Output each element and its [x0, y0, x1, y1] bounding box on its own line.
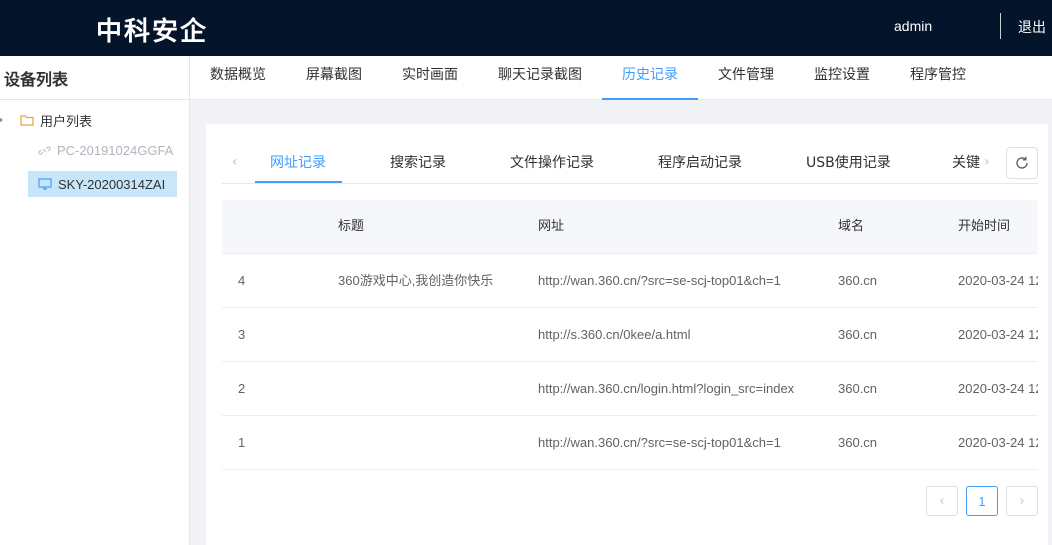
row-domain: 360.cn — [838, 435, 878, 450]
pagination-next-button[interactable]: › — [1006, 486, 1038, 516]
sidebar: 设备列表 用户列表 PC-20191024GGFA SKY-20200314ZA… — [0, 56, 190, 545]
tab-monitor-settings[interactable]: 监控设置 — [814, 56, 870, 100]
row-url: http://s.360.cn/0kee/a.html — [538, 327, 691, 342]
row-url: http://wan.360.cn/?src=se-scj-top01&ch=1 — [538, 273, 781, 288]
tree-root-user-list[interactable]: 用户列表 — [20, 110, 92, 130]
table-row[interactable]: 1 http://wan.360.cn/?src=se-scj-top01&ch… — [222, 416, 1038, 470]
row-time: 2020-03-24 12:00 — [958, 435, 1038, 450]
header-start-time: 开始时间 — [958, 219, 1011, 234]
row-number: 2 — [238, 381, 246, 396]
device-label: SKY-20200314ZAI — [58, 176, 166, 192]
tree-root-label: 用户列表 — [40, 114, 93, 130]
row-time: 2020-03-24 12:00 — [958, 273, 1038, 288]
logout-button[interactable]: 退出 — [1018, 17, 1046, 37]
tree-node-device-selected[interactable]: SKY-20200314ZAI — [28, 171, 177, 197]
row-number: 1 — [238, 435, 246, 450]
monitor-icon — [38, 178, 52, 190]
row-title: 360游戏中心,我创造你快乐 — [338, 273, 494, 288]
header-url: 网址 — [538, 219, 565, 234]
tree-expand-icon[interactable] — [0, 116, 3, 124]
refresh-button[interactable] — [1006, 147, 1038, 179]
table-row[interactable]: 2 http://wan.360.cn/login.html?login_src… — [222, 362, 1038, 416]
row-domain: 360.cn — [838, 273, 878, 288]
pagination-page-1[interactable]: 1 — [966, 486, 998, 516]
sub-tab-search-records[interactable]: 搜索记录 — [390, 142, 446, 184]
header-title: 标题 — [338, 219, 365, 234]
sub-tab-usb-usage[interactable]: USB使用记录 — [806, 142, 891, 184]
row-url: http://wan.360.cn/login.html?login_src=i… — [538, 381, 795, 396]
tab-screenshots[interactable]: 屏幕截图 — [306, 56, 362, 100]
table-row[interactable]: 4 360游戏中心,我创造你快乐 http://wan.360.cn/?src=… — [222, 254, 1038, 308]
sidebar-title: 设备列表 — [4, 70, 69, 89]
sub-tab-active-indicator — [255, 181, 342, 183]
folder-icon — [20, 115, 34, 126]
row-domain: 360.cn — [838, 381, 878, 396]
sub-tab-keyword-partial[interactable]: 关键 — [952, 142, 980, 184]
row-domain: 360.cn — [838, 327, 878, 342]
tree-node-device-offline[interactable]: PC-20191024GGFA — [28, 137, 179, 163]
tab-data-overview[interactable]: 数据概览 — [210, 56, 266, 100]
tab-program-control[interactable]: 程序管控 — [910, 56, 966, 100]
sub-tab-url-records[interactable]: 网址记录 — [270, 142, 326, 184]
table-header: 标题 网址 域名 开始时间 — [222, 200, 1038, 254]
link-broken-icon — [38, 145, 51, 155]
tab-chat-screenshots[interactable]: 聊天记录截图 — [498, 56, 582, 100]
row-time: 2020-03-24 12:00 — [958, 381, 1038, 396]
sidebar-divider — [0, 99, 190, 100]
tab-file-management[interactable]: 文件管理 — [718, 56, 774, 100]
chevron-right-icon: › — [1019, 493, 1025, 509]
sub-tab-bar: ‹ 网址记录 搜索记录 文件操作记录 程序启动记录 USB使用记录 关键 › — [222, 142, 1038, 184]
sub-tabs-prev-icon[interactable]: ‹ — [232, 154, 238, 170]
row-number: 4 — [238, 273, 246, 288]
row-number: 3 — [238, 327, 246, 342]
header-divider — [1000, 13, 1001, 39]
tab-live-view[interactable]: 实时画面 — [402, 56, 458, 100]
brand-title: 中科安企 — [96, 17, 209, 47]
chevron-left-icon: ‹ — [939, 493, 945, 509]
sub-tab-overflow: 关键 — [952, 142, 982, 184]
row-url: http://wan.360.cn/?src=se-scj-top01&ch=1 — [538, 435, 781, 450]
row-time: 2020-03-24 12:00 — [958, 327, 1038, 342]
device-label: PC-20191024GGFA — [57, 142, 174, 158]
main-tab-bar: 数据概览 屏幕截图 实时画面 聊天记录截图 历史记录 文件管理 监控设置 程序管… — [190, 56, 1052, 100]
username: admin — [894, 18, 933, 34]
pagination-prev-button[interactable]: ‹ — [926, 486, 958, 516]
tab-history[interactable]: 历史记录 — [602, 56, 698, 100]
table-row[interactable]: 3 http://s.360.cn/0kee/a.html 360.cn 202… — [222, 308, 1038, 362]
url-records-table: 标题 网址 域名 开始时间 4 360游戏中心,我创造你快乐 http://wa… — [222, 200, 1038, 470]
sub-tabs-next-icon[interactable]: › — [984, 154, 990, 170]
sub-tab-program-launch[interactable]: 程序启动记录 — [658, 142, 742, 184]
top-bar: 中科安企 admin 退出 — [0, 0, 1052, 56]
refresh-icon — [1016, 156, 1028, 169]
header-domain: 域名 — [838, 219, 865, 234]
sub-tab-file-ops[interactable]: 文件操作记录 — [510, 142, 594, 184]
